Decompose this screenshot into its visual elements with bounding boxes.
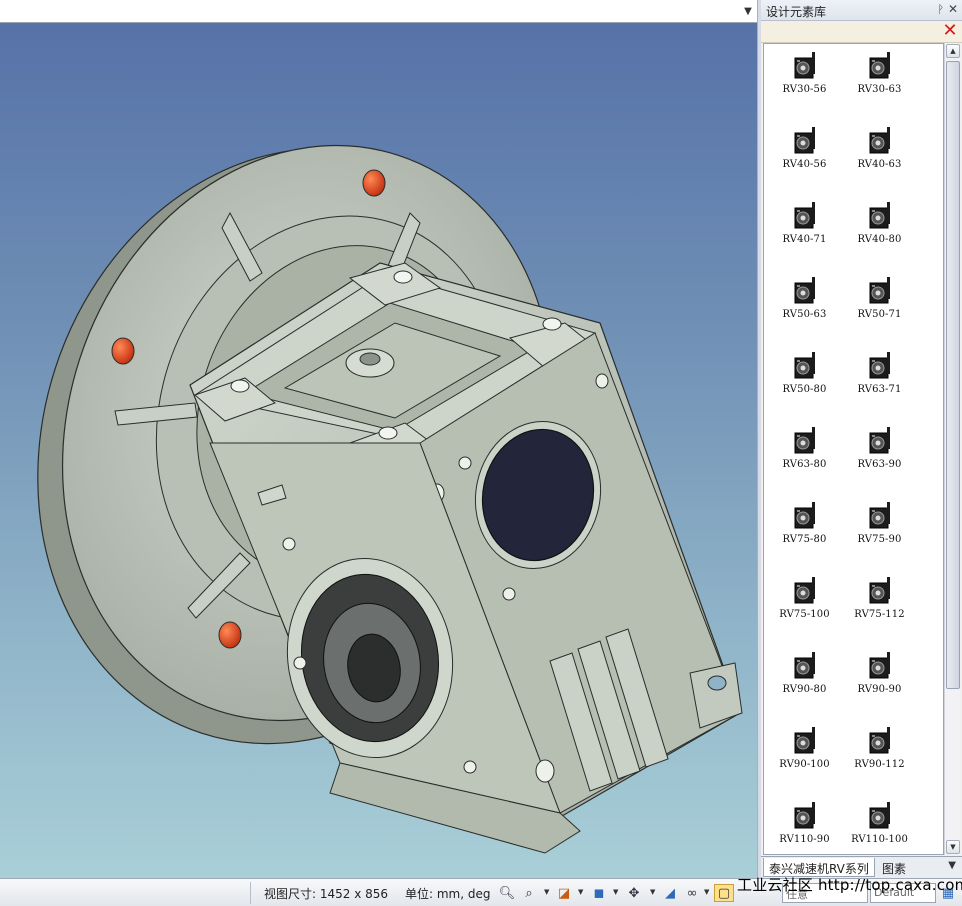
list-item-label: RV50-71: [857, 309, 902, 320]
gearbox-thumbnail-icon: [868, 200, 892, 230]
3d-viewport[interactable]: [0, 23, 757, 878]
gearbox-thumbnail-icon: [793, 275, 817, 305]
gearbox-thumbnail-icon: [868, 500, 892, 530]
list-item-label: RV90-80: [782, 684, 827, 695]
gearbox-thumbnail-icon: [868, 350, 892, 380]
element-list[interactable]: RV30-56 RV30-63 RV40-56 RV40-63 RV40-71 RV40-…: [763, 43, 944, 855]
list-item-label: RV75-80: [782, 534, 827, 545]
close-icon[interactable]: ✕: [948, 2, 958, 16]
list-item-label: RV63-71: [857, 384, 902, 395]
list-item-label: RV90-100: [779, 759, 830, 770]
gearbox-thumbnail-icon: [793, 125, 817, 155]
select-mode-icon[interactable]: ▢: [714, 884, 734, 902]
list-item[interactable]: RV75-80: [767, 499, 842, 574]
pan-icon[interactable]: ✥: [624, 884, 644, 902]
gearbox-thumbnail-icon: [793, 500, 817, 530]
gearbox-thumbnail-icon: [868, 800, 892, 830]
pin-icon[interactable]: ᚹ: [937, 3, 944, 16]
list-item[interactable]: RV110-100: [842, 799, 917, 854]
gearbox-thumbnail-icon: [793, 200, 817, 230]
list-item-label: RV75-90: [857, 534, 902, 545]
glasses-icon[interactable]: ∞: [682, 884, 702, 902]
gearbox-housing: [189, 262, 743, 854]
scroll-down-icon[interactable]: ▼: [946, 840, 960, 854]
render-icon[interactable]: ◢: [660, 884, 680, 902]
list-item[interactable]: RV90-80: [767, 649, 842, 724]
list-item[interactable]: RV50-71: [842, 274, 917, 349]
document-tab-strip: ▼: [0, 0, 759, 23]
list-item[interactable]: RV90-90: [842, 649, 917, 724]
gearbox-thumbnail-icon: [793, 425, 817, 455]
list-item[interactable]: RV63-80: [767, 424, 842, 499]
gearbox-thumbnail-icon: [868, 50, 892, 80]
list-item[interactable]: RV110-90: [767, 799, 842, 854]
gearbox-thumbnail-icon: [868, 275, 892, 305]
list-item[interactable]: RV75-90: [842, 499, 917, 574]
list-item[interactable]: RV50-63: [767, 274, 842, 349]
gearbox-thumbnail-icon: [868, 650, 892, 680]
list-item-label: RV50-80: [782, 384, 827, 395]
design-library-panel: 设计元素库 ᚹ ✕ ✕ RV30-56 RV30-63 RV40-56 RV40-63…: [761, 0, 962, 878]
list-item-label: RV40-80: [857, 234, 902, 245]
zoom-window-icon[interactable]: ⌕: [519, 884, 539, 902]
list-item[interactable]: RV40-80: [842, 199, 917, 274]
list-item[interactable]: RV90-112: [842, 724, 917, 799]
vertical-scrollbar[interactable]: ▲ ▼: [944, 43, 960, 855]
gearbox-model: [37, 144, 743, 854]
panel-toolbar: ✕: [761, 21, 962, 43]
list-item-label: RV75-100: [779, 609, 830, 620]
gearbox-thumbnail-icon: [868, 575, 892, 605]
view-orient-icon[interactable]: ◪: [554, 884, 574, 902]
list-item-label: RV75-112: [854, 609, 905, 620]
list-item[interactable]: RV40-71: [767, 199, 842, 274]
list-item[interactable]: RV30-63: [842, 49, 917, 124]
list-item[interactable]: RV50-80: [767, 349, 842, 424]
list-item-label: RV110-90: [779, 834, 830, 845]
chevron-down-icon[interactable]: ▼: [739, 2, 757, 20]
scrollbar-thumb[interactable]: [946, 61, 960, 689]
list-item-label: RV63-90: [857, 459, 902, 470]
gearbox-thumbnail-icon: [868, 725, 892, 755]
watermark: 工业云社区 http://top.caxa.com/: [737, 876, 962, 894]
list-item-label: RV40-71: [782, 234, 827, 245]
list-item-label: RV40-63: [857, 159, 902, 170]
list-item[interactable]: RV90-100: [767, 724, 842, 799]
list-item[interactable]: RV40-56: [767, 124, 842, 199]
list-item-label: RV40-56: [782, 159, 827, 170]
gearbox-thumbnail-icon: [793, 350, 817, 380]
panel-title: 设计元素库: [766, 5, 827, 19]
list-item-label: RV110-100: [851, 834, 908, 845]
shade-cube-icon[interactable]: ◼: [589, 884, 609, 902]
list-item-label: RV30-63: [857, 84, 902, 95]
scroll-up-icon[interactable]: ▲: [946, 44, 960, 58]
list-item[interactable]: RV40-63: [842, 124, 917, 199]
list-item-label: RV50-63: [782, 309, 827, 320]
list-item-label: RV63-80: [782, 459, 827, 470]
gearbox-thumbnail-icon: [793, 575, 817, 605]
gearbox-thumbnail-icon: [793, 800, 817, 830]
list-item-label: RV90-90: [857, 684, 902, 695]
list-item[interactable]: RV63-90: [842, 424, 917, 499]
zoom-icon[interactable]: 🔍︎: [497, 884, 517, 902]
chevron-down-icon[interactable]: ▼: [948, 860, 956, 871]
list-item[interactable]: RV30-56: [767, 49, 842, 124]
list-item[interactable]: RV63-71: [842, 349, 917, 424]
list-item-label: RV30-56: [782, 84, 827, 95]
units-readout: 单位: mm, deg: [405, 887, 491, 901]
gearbox-thumbnail-icon: [868, 125, 892, 155]
gearbox-thumbnail-icon: [793, 50, 817, 80]
list-item-label: RV90-112: [854, 759, 905, 770]
delete-icon[interactable]: ✕: [941, 22, 959, 40]
list-item[interactable]: RV75-112: [842, 574, 917, 649]
panel-title-bar: 设计元素库 ᚹ ✕: [761, 0, 962, 21]
view-size-readout: 视图尺寸: 1452 x 856: [264, 887, 389, 901]
gearbox-thumbnail-icon: [793, 650, 817, 680]
list-item[interactable]: RV75-100: [767, 574, 842, 649]
gearbox-thumbnail-icon: [868, 425, 892, 455]
gearbox-thumbnail-icon: [793, 725, 817, 755]
